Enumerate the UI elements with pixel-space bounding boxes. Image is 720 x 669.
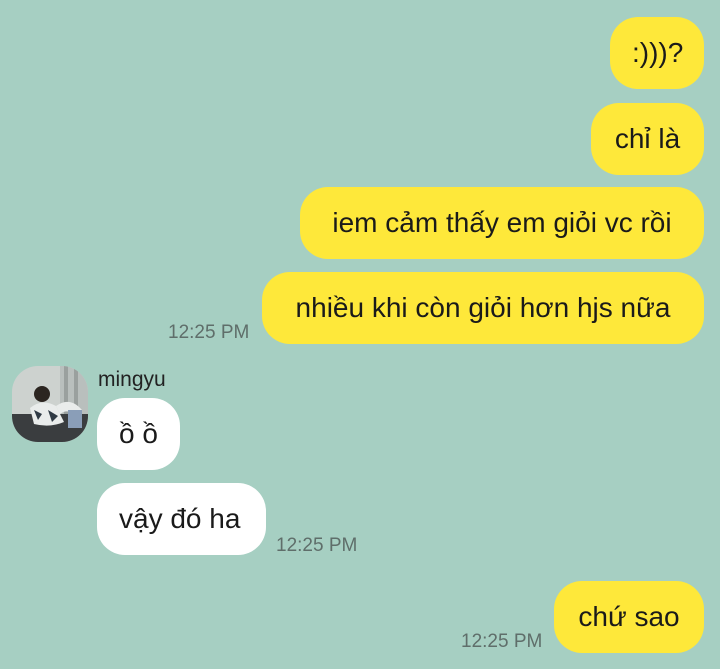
sender-avatar[interactable] — [12, 366, 88, 442]
profile-photo-icon — [12, 366, 88, 442]
message-bubble-outgoing[interactable]: chỉ là — [591, 103, 704, 175]
message-timestamp: 12:25 PM — [276, 535, 358, 556]
sender-name: mingyu — [98, 368, 166, 391]
message-bubble-outgoing[interactable]: :)))? — [610, 17, 704, 89]
message-timestamp: 12:25 PM — [168, 322, 250, 343]
message-bubble-outgoing[interactable]: iem cảm thấy em giỏi vc rồi — [300, 187, 704, 259]
message-bubble-incoming[interactable]: ồ ồ — [97, 398, 180, 470]
message-bubble-outgoing[interactable]: nhiều khi còn giỏi hơn hjs nữa — [262, 272, 704, 344]
message-bubble-incoming[interactable]: vậy đó ha — [97, 483, 266, 555]
message-timestamp: 12:25 PM — [461, 631, 543, 652]
message-bubble-outgoing[interactable]: chứ sao — [554, 581, 704, 653]
